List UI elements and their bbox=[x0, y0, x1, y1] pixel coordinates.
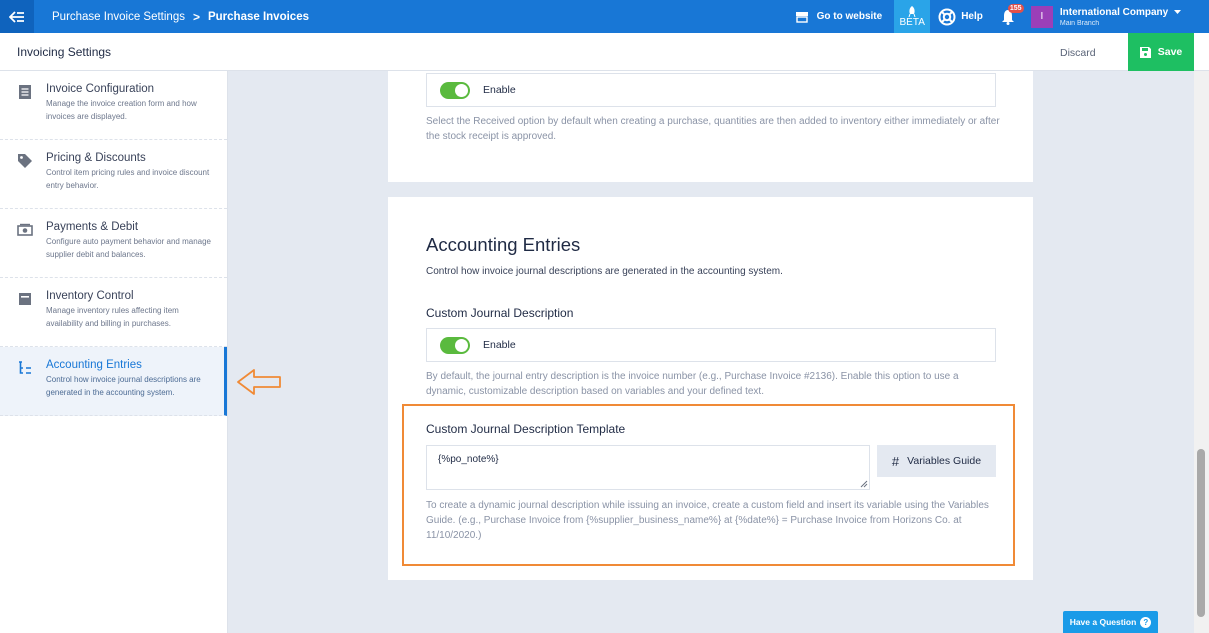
breadcrumb-parent[interactable]: Purchase Invoice Settings bbox=[52, 11, 185, 23]
tree-structure-icon bbox=[19, 361, 31, 374]
tag-icon bbox=[18, 154, 32, 168]
floppy-disk-icon bbox=[1139, 46, 1151, 58]
sidebar-item-desc: Configure auto payment behavior and mana… bbox=[46, 237, 211, 259]
save-label: Save bbox=[1157, 46, 1183, 58]
company-switcher[interactable]: I International Company Main Branch bbox=[1023, 5, 1209, 28]
inventory-settings-card: Enable Select the Received option by def… bbox=[388, 71, 1033, 182]
breadcrumb: Purchase Invoice Settings > Purchase Inv… bbox=[52, 10, 309, 24]
lifebuoy-icon bbox=[938, 8, 956, 25]
question-mark-icon: ? bbox=[1140, 616, 1152, 628]
company-avatar: I bbox=[1030, 5, 1053, 28]
section-title: Accounting Entries bbox=[426, 234, 581, 255]
breadcrumb-current: Purchase Invoices bbox=[207, 10, 309, 23]
custom-journal-label: Custom Journal Description bbox=[426, 306, 574, 320]
sidebar-item-accounting-entries[interactable]: Accounting Entries Control how invoice j… bbox=[0, 347, 227, 416]
pointer-arrow-icon bbox=[237, 369, 281, 395]
received-toggle-row: Enable bbox=[426, 73, 996, 107]
help-label: Help bbox=[961, 11, 983, 22]
breadcrumb-separator: > bbox=[192, 9, 200, 24]
sidebar-item-desc: Control how invoice journal descriptions… bbox=[46, 375, 201, 397]
sidebar-item-desc: Control item pricing rules and invoice d… bbox=[46, 168, 210, 190]
custom-journal-help-text: By default, the journal entry descriptio… bbox=[426, 371, 959, 397]
main-scrollbar[interactable] bbox=[1194, 71, 1209, 633]
beta-label: BETA bbox=[899, 16, 925, 28]
custom-journal-toggle-row: Enable bbox=[426, 328, 996, 362]
toggle-label: Enable bbox=[483, 339, 516, 351]
cash-icon bbox=[17, 223, 33, 236]
inventory-box-icon bbox=[19, 293, 31, 305]
top-navbar: Purchase Invoice Settings > Purchase Inv… bbox=[0, 0, 1209, 33]
received-toggle[interactable] bbox=[440, 81, 470, 99]
sidebar-item-label: Invoice Configuration bbox=[46, 83, 155, 95]
document-list-icon bbox=[19, 85, 31, 99]
sidebar-item-desc: Manage the invoice creation form and how… bbox=[46, 99, 197, 121]
sidebar-item-pricing-discounts[interactable]: Pricing & Discounts Control item pricing… bbox=[0, 140, 227, 209]
rocket-icon bbox=[908, 5, 916, 17]
section-description: Control how invoice journal descriptions… bbox=[426, 266, 783, 277]
sidebar-item-label: Accounting Entries bbox=[46, 359, 142, 371]
caret-down-icon bbox=[1174, 9, 1181, 14]
sidebar-item-inventory-control[interactable]: Inventory Control Manage inventory rules… bbox=[0, 278, 227, 347]
sidebar-item-label: Inventory Control bbox=[46, 290, 134, 302]
sidebar-item-label: Payments & Debit bbox=[46, 221, 139, 233]
back-button[interactable] bbox=[0, 0, 34, 33]
sidebar-item-desc: Manage inventory rules affecting item av… bbox=[46, 306, 179, 328]
top-actions: Go to website BETA Help 155 I Internatio… bbox=[783, 0, 1209, 33]
scrollbar-thumb[interactable] bbox=[1197, 449, 1205, 617]
sidebar-item-label: Pricing & Discounts bbox=[46, 152, 146, 164]
have-a-question-label: Have a Question bbox=[1069, 617, 1137, 627]
notifications-button[interactable]: 155 bbox=[993, 0, 1024, 33]
beta-button[interactable]: BETA bbox=[894, 0, 931, 33]
go-to-website-label: Go to website bbox=[816, 11, 883, 22]
company-name: International Company bbox=[1060, 7, 1181, 18]
received-help-text: Select the Received option by default wh… bbox=[426, 116, 1000, 142]
settings-sidebar: Invoice Configuration Manage the invoice… bbox=[0, 71, 228, 633]
storefront-icon bbox=[795, 11, 808, 23]
page-title: Invoicing Settings bbox=[17, 45, 112, 59]
save-button[interactable]: Save bbox=[1128, 33, 1194, 71]
toggle-label: Enable bbox=[483, 84, 516, 96]
help-button[interactable]: Help bbox=[930, 8, 993, 26]
highlight-annotation bbox=[402, 404, 1015, 566]
notifications-count-badge: 155 bbox=[1007, 4, 1024, 13]
custom-journal-toggle[interactable] bbox=[440, 336, 470, 354]
company-branch: Main Branch bbox=[1059, 19, 1100, 27]
sidebar-item-invoice-configuration[interactable]: Invoice Configuration Manage the invoice… bbox=[0, 71, 227, 140]
settings-header: Invoicing Settings Discard Save bbox=[0, 33, 1209, 71]
discard-button[interactable]: Discard bbox=[1060, 47, 1096, 59]
go-to-website-link[interactable]: Go to website bbox=[783, 11, 895, 23]
back-arrow-icon bbox=[9, 10, 24, 23]
sidebar-item-payments-debit[interactable]: Payments & Debit Configure auto payment … bbox=[0, 209, 227, 278]
have-a-question-button[interactable]: Have a Question ? bbox=[1063, 611, 1158, 633]
